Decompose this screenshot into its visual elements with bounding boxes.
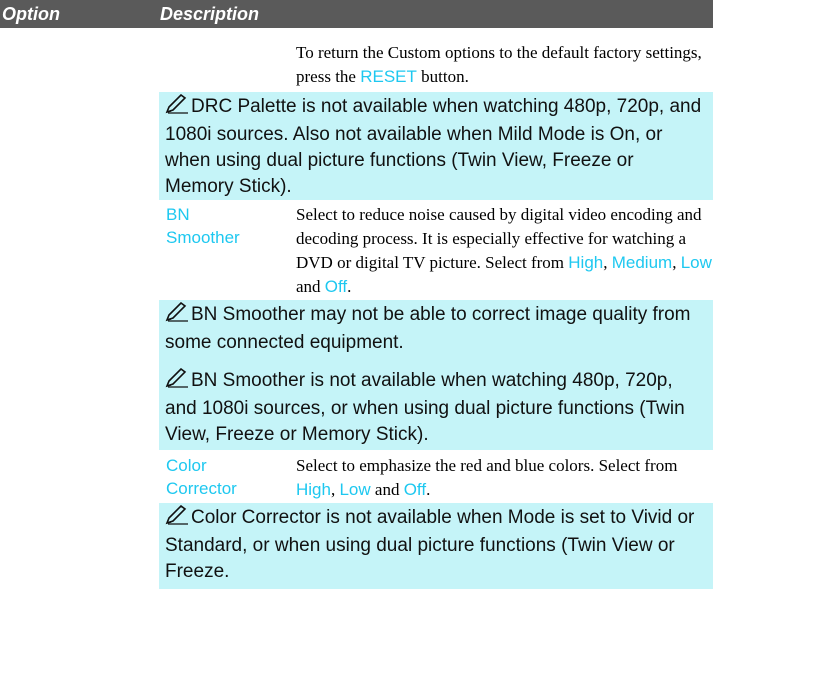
note-bn-smoother-sources: BN Smoother is not available when watchi… xyxy=(159,362,713,448)
option-bn-smoother: BN Smoother xyxy=(166,205,240,247)
pencil-note-icon xyxy=(165,504,191,533)
note-color-corrector: Color Corrector is not available when Mo… xyxy=(159,503,713,589)
note-drc-palette: DRC Palette is not available when watchi… xyxy=(159,92,713,198)
option-color-corrector: Color Corrector xyxy=(166,456,237,498)
table-header: Option Description xyxy=(0,0,713,28)
description-column-header: Description xyxy=(160,4,260,24)
option-column-header: Option xyxy=(2,4,60,24)
color-corrector-description: Select to emphasize the red and blue col… xyxy=(296,456,678,499)
reset-description: To return the Custom options to the defa… xyxy=(296,43,702,86)
pencil-note-icon xyxy=(165,93,191,122)
pencil-note-icon xyxy=(165,367,191,396)
reset-button-label: RESET xyxy=(360,67,417,86)
note-bn-smoother-equipment: BN Smoother may not be able to correct i… xyxy=(159,300,713,362)
pencil-note-icon xyxy=(165,301,191,330)
bn-smoother-description: Select to reduce noise caused by digital… xyxy=(296,205,712,296)
